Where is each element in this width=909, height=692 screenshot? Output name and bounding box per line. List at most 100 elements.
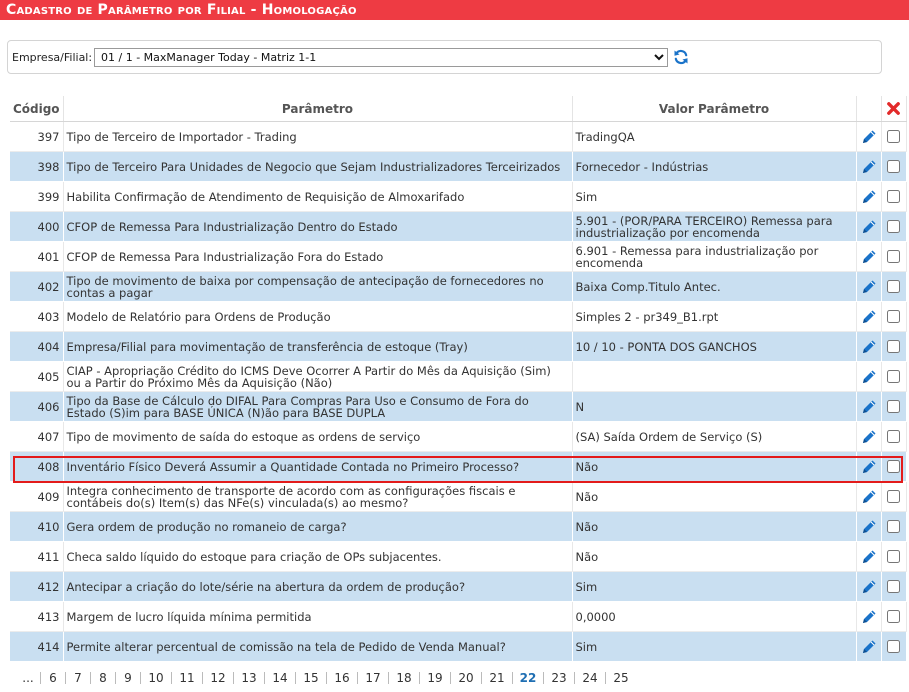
refresh-icon[interactable]	[673, 49, 689, 65]
table-row[interactable]: 399 Habilita Confirmação de Atendimento d…	[10, 181, 907, 212]
table-row[interactable]: 397 Tipo de Terceiro de Importador - Trad…	[10, 121, 907, 152]
pager-page-9[interactable]: 9	[116, 671, 140, 685]
cell-select	[881, 331, 907, 362]
table-row[interactable]: 401 CFOP de Remessa Para Industrialização…	[10, 241, 907, 272]
table-row[interactable]: 409 Integra conhecimento de transporte de…	[10, 481, 907, 512]
table-row[interactable]: 414 Permite alterar percentual de comissã…	[10, 631, 907, 662]
pager-page-10[interactable]: 10	[141, 671, 171, 685]
row-select-checkbox[interactable]	[887, 460, 900, 473]
table-row[interactable]: 408 Inventário Físico Deverá Assumir a Qu…	[10, 451, 907, 482]
cell-value: 6.901 - Remessa para industrialização po…	[572, 241, 857, 272]
pager-page-22[interactable]: 22	[513, 671, 543, 685]
header-code[interactable]: Código	[10, 96, 64, 122]
cell-parameter: Tipo de movimento de baixa por compensaç…	[63, 271, 573, 302]
parameters-table: Código Parâmetro Valor Parâmetro 397 Tipo…	[10, 96, 907, 662]
delete-selected-icon[interactable]	[886, 101, 901, 116]
edit-pencil-icon[interactable]	[860, 158, 878, 176]
table-row[interactable]: 412 Antecipar a criação do lote/série na …	[10, 571, 907, 602]
pager-ellipsis[interactable]: ...	[16, 671, 40, 685]
cell-parameter: Permite alterar percentual de comissão n…	[63, 631, 573, 662]
row-select-checkbox[interactable]	[887, 520, 900, 533]
row-select-checkbox[interactable]	[887, 550, 900, 563]
edit-pencil-icon[interactable]	[860, 308, 878, 326]
pager-page-19[interactable]: 19	[420, 671, 450, 685]
pager-page-18[interactable]: 18	[389, 671, 419, 685]
company-filter-select[interactable]: 01 / 1 - MaxManager Today - Matriz 1-1	[94, 48, 668, 67]
edit-pencil-icon[interactable]	[860, 218, 878, 236]
row-select-checkbox[interactable]	[887, 610, 900, 623]
cell-code: 408	[10, 451, 64, 482]
row-select-checkbox[interactable]	[887, 490, 900, 503]
pager-page-12[interactable]: 12	[203, 671, 233, 685]
cell-code: 401	[10, 241, 64, 272]
pager-page-7[interactable]: 7	[66, 671, 90, 685]
row-select-checkbox[interactable]	[887, 370, 900, 383]
edit-pencil-icon[interactable]	[860, 188, 878, 206]
pager-page-11[interactable]: 11	[172, 671, 202, 685]
row-select-checkbox[interactable]	[887, 130, 900, 143]
table-row[interactable]: 400 CFOP de Remessa Para Industrialização…	[10, 211, 907, 242]
table-row[interactable]: 410 Gera ordem de produção no romaneio de…	[10, 511, 907, 542]
table-row[interactable]: 405 CIAP - Apropriação Crédito do ICMS De…	[10, 361, 907, 392]
edit-pencil-icon[interactable]	[860, 338, 878, 356]
pager-page-17[interactable]: 17	[358, 671, 388, 685]
pager-page-20[interactable]: 20	[451, 671, 481, 685]
table-row[interactable]: 407 Tipo de movimento de saída do estoque…	[10, 421, 907, 452]
edit-pencil-icon[interactable]	[860, 248, 878, 266]
edit-pencil-icon[interactable]	[860, 608, 878, 626]
row-select-checkbox[interactable]	[887, 220, 900, 233]
row-select-checkbox[interactable]	[887, 640, 900, 653]
row-select-checkbox[interactable]	[887, 580, 900, 593]
table-row[interactable]: 404 Empresa/Filial para movimentação de t…	[10, 331, 907, 362]
row-select-checkbox[interactable]	[887, 250, 900, 263]
row-select-checkbox[interactable]	[887, 190, 900, 203]
edit-pencil-icon[interactable]	[860, 368, 878, 386]
header-value[interactable]: Valor Parâmetro	[572, 96, 857, 122]
pager-page-8[interactable]: 8	[91, 671, 115, 685]
edit-pencil-icon[interactable]	[860, 458, 878, 476]
table-row[interactable]: 413 Margem de lucro líquida mínima permit…	[10, 601, 907, 632]
pager-page-14[interactable]: 14	[265, 671, 295, 685]
cell-select	[881, 241, 907, 272]
pager-page-21[interactable]: 21	[482, 671, 512, 685]
row-select-checkbox[interactable]	[887, 310, 900, 323]
pager-page-23[interactable]: 23	[544, 671, 574, 685]
pagination: ... 6 7 8 9 10 11 12 13 14 15 16 17 18 19 20 21 22 23 24 25	[16, 670, 636, 686]
edit-pencil-icon[interactable]	[860, 278, 878, 296]
table-row[interactable]: 406 Tipo da Base de Cálculo do DIFAL Para…	[10, 391, 907, 422]
table-row[interactable]: 402 Tipo de movimento de baixa por compen…	[10, 271, 907, 302]
cell-edit	[856, 211, 882, 242]
edit-pencil-icon[interactable]	[860, 128, 878, 146]
table-row[interactable]: 398 Tipo de Terceiro Para Unidades de Neg…	[10, 151, 907, 182]
edit-pencil-icon[interactable]	[860, 578, 878, 596]
cell-code: 397	[10, 121, 64, 152]
edit-pencil-icon[interactable]	[860, 518, 878, 536]
pager-page-24[interactable]: 24	[575, 671, 605, 685]
row-select-checkbox[interactable]	[887, 430, 900, 443]
edit-pencil-icon[interactable]	[860, 548, 878, 566]
edit-pencil-icon[interactable]	[860, 488, 878, 506]
cell-value: Sim	[572, 571, 857, 602]
header-parameter[interactable]: Parâmetro	[63, 96, 573, 122]
table-row[interactable]: 411 Checa saldo líquido do estoque para c…	[10, 541, 907, 572]
cell-parameter: CIAP - Apropriação Crédito do ICMS Deve …	[63, 361, 573, 392]
pager-page-13[interactable]: 13	[234, 671, 264, 685]
edit-pencil-icon[interactable]	[860, 428, 878, 446]
pager-page-15[interactable]: 15	[296, 671, 326, 685]
cell-parameter: Integra conhecimento de transporte de ac…	[63, 481, 573, 512]
pager-page-16[interactable]: 16	[327, 671, 357, 685]
edit-pencil-icon[interactable]	[860, 638, 878, 656]
pager-page-6[interactable]: 6	[41, 671, 65, 685]
cell-select	[881, 361, 907, 392]
row-select-checkbox[interactable]	[887, 280, 900, 293]
row-select-checkbox[interactable]	[887, 160, 900, 173]
row-select-checkbox[interactable]	[887, 340, 900, 353]
table-row[interactable]: 403 Modelo de Relatório para Ordens de Pr…	[10, 301, 907, 332]
pager-page-25[interactable]: 25	[606, 671, 636, 685]
table-header-row: Código Parâmetro Valor Parâmetro	[10, 96, 907, 122]
cell-select	[881, 571, 907, 602]
row-select-checkbox[interactable]	[887, 400, 900, 413]
cell-code: 405	[10, 361, 64, 392]
cell-edit	[856, 571, 882, 602]
edit-pencil-icon[interactable]	[860, 398, 878, 416]
